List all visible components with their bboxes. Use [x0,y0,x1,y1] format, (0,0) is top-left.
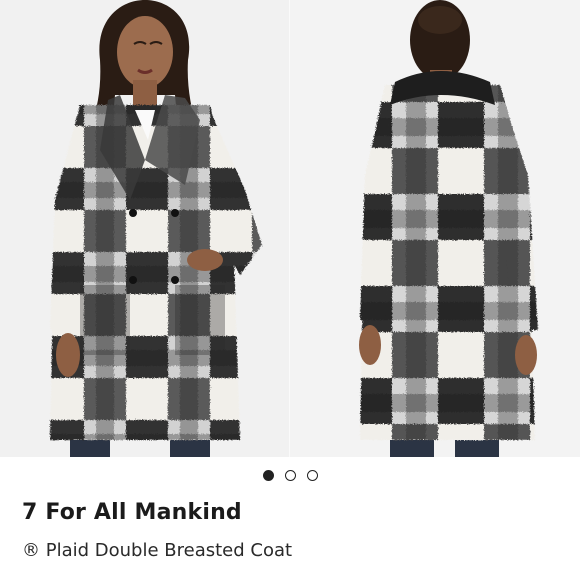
coat-back-illustration [290,0,580,457]
brand-name[interactable]: 7 For All Mankind [22,500,242,525]
product-photo-front[interactable] [0,0,290,457]
carousel-dot-1[interactable] [262,470,274,481]
product-photo-back[interactable] [290,0,580,457]
carousel-indicators [0,470,580,484]
carousel-dot-2[interactable] [284,470,296,481]
coat-front-illustration [0,0,290,457]
product-title: ® Plaid Double Breasted Coat [22,540,293,561]
product-image-gallery[interactable] [0,0,580,457]
carousel-dot-3[interactable] [306,470,318,481]
